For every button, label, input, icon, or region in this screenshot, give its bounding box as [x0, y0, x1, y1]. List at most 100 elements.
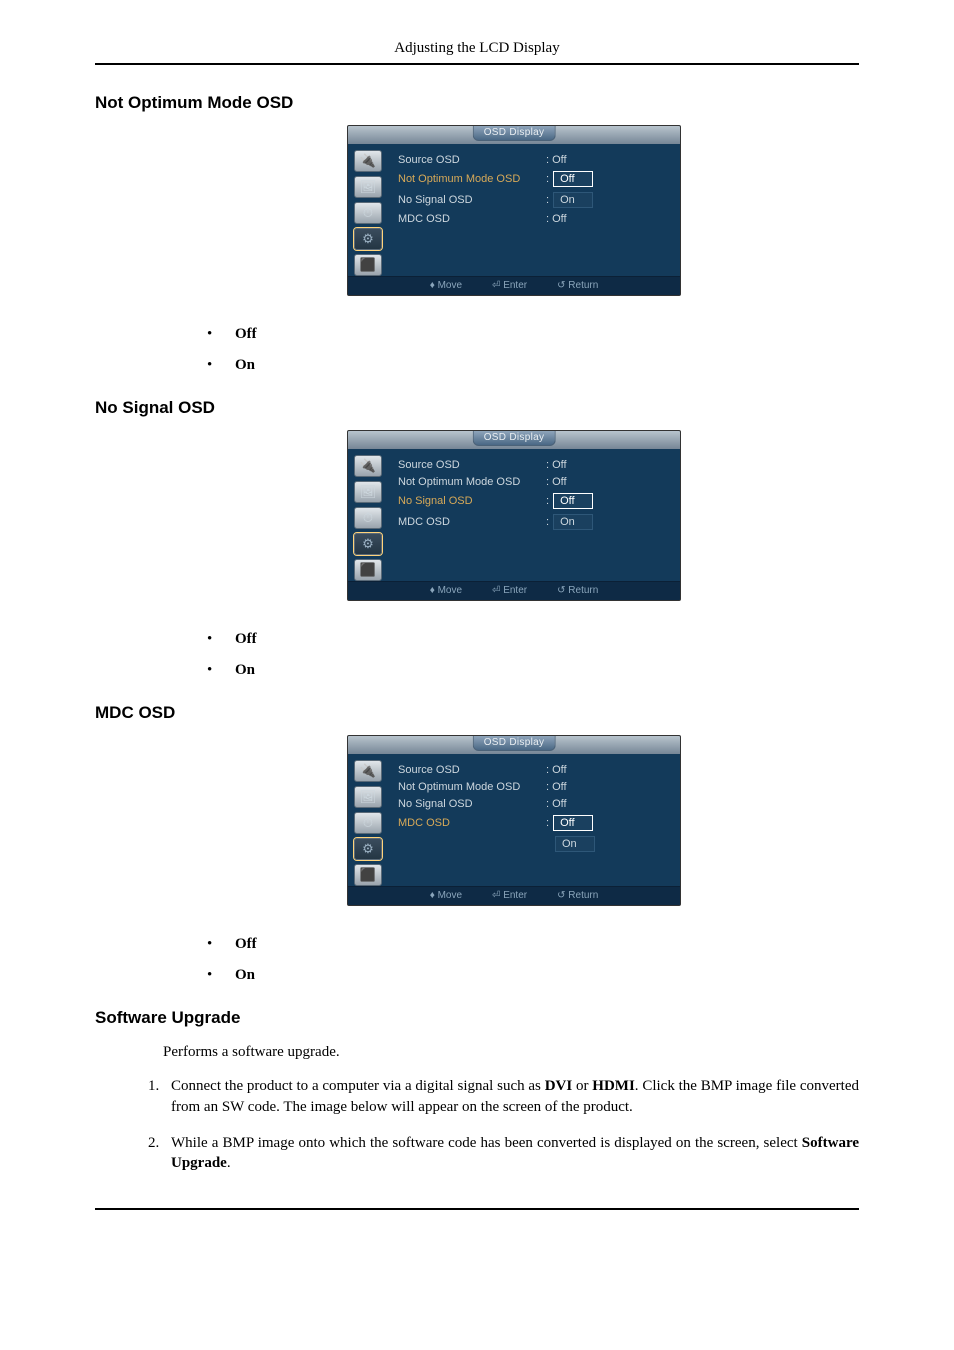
osd-row-mdc[interactable]: MDC OSD : Off: [398, 815, 668, 831]
osd-footer: ♦ Move ⏎ Enter ↺ Return: [348, 886, 680, 905]
osd-title: OSD Display: [473, 126, 556, 141]
list-item: Off: [207, 631, 859, 648]
osd-footer-return: ↺ Return: [557, 890, 598, 901]
osd-nav-icon-settings[interactable]: ⚙: [354, 228, 382, 250]
osd-sep: :: [546, 817, 549, 829]
osd-row-nosig[interactable]: No Signal OSD : Off: [398, 493, 668, 509]
osd-titlebar: OSD Display: [348, 431, 680, 449]
osd-value: : Off: [546, 213, 567, 225]
osd-label: Source OSD: [398, 459, 546, 471]
osd-sep: :: [546, 194, 549, 206]
osd-row-source[interactable]: Source OSD : Off: [398, 459, 668, 471]
osd-nav-icon-timer[interactable]: ⏱: [354, 202, 382, 224]
osd-option-on-row[interactable]: MDC OSD : On: [398, 514, 668, 530]
osd-nav-icon-picture[interactable]: 🖼: [354, 786, 382, 808]
osd-footer: ♦ Move ⏎ Enter ↺ Return: [348, 581, 680, 600]
upgrade-intro: Performs a software upgrade.: [163, 1042, 859, 1062]
footer-rule: [95, 1208, 859, 1210]
osd-label: Source OSD: [398, 154, 546, 166]
osd-row-source[interactable]: Source OSD : Off: [398, 154, 668, 166]
list-item: On: [207, 357, 859, 374]
osd-footer-move: ♦ Move: [430, 890, 462, 901]
osd-label: Not Optimum Mode OSD: [398, 781, 546, 793]
upgrade-step-2: While a BMP image onto which the softwar…: [163, 1133, 859, 1174]
osd-label: No Signal OSD: [398, 798, 546, 810]
osd-option-off[interactable]: Off: [553, 493, 593, 509]
osd-label: Not Optimum Mode OSD: [398, 476, 546, 488]
osd-footer-move: ♦ Move: [430, 280, 462, 291]
upgrade-step-1: Connect the product to a computer via a …: [163, 1076, 859, 1117]
list-item: Off: [207, 936, 859, 953]
osd-footer: ♦ Move ⏎ Enter ↺ Return: [348, 276, 680, 295]
osd-nav-icon-multi[interactable]: ⬛: [354, 864, 382, 886]
osd-label: Source OSD: [398, 764, 546, 776]
osd-label: Not Optimum Mode OSD: [398, 173, 546, 185]
osd-row-mdc[interactable]: MDC OSD : Off: [398, 213, 668, 225]
list-item: On: [207, 662, 859, 679]
osd-footer-enter: ⏎ Enter: [492, 585, 527, 596]
osd-panel-no-signal: OSD Display 🔌 🖼 ⏱ ⚙ ⬛ Source OSD : Off N…: [347, 430, 681, 601]
osd-value: : Off: [546, 154, 567, 166]
osd-option-on[interactable]: On: [553, 192, 593, 208]
osd-nav-icon-multi[interactable]: ⬛: [354, 559, 382, 581]
options-list-notopt: Off On: [207, 326, 859, 374]
osd-value: : Off: [546, 764, 567, 776]
osd-label: No Signal OSD: [398, 495, 546, 507]
osd-option-off[interactable]: Off: [553, 815, 593, 831]
osd-option-on-row[interactable]: On: [398, 836, 668, 852]
osd-value: : Off: [546, 459, 567, 471]
osd-footer-return: ↺ Return: [557, 280, 598, 291]
osd-value: : Off: [546, 798, 567, 810]
osd-nav-icon-multi[interactable]: ⬛: [354, 254, 382, 276]
options-list-nosig: Off On: [207, 631, 859, 679]
heading-mdc-osd: MDC OSD: [95, 703, 859, 723]
osd-label: MDC OSD: [398, 213, 546, 225]
osd-nav-icon-input[interactable]: 🔌: [354, 150, 382, 172]
heading-software-upgrade: Software Upgrade: [95, 1008, 859, 1028]
osd-sidebar: 🔌 🖼 ⏱ ⚙ ⬛: [348, 144, 388, 276]
osd-option-on[interactable]: On: [553, 514, 593, 530]
osd-footer-return: ↺ Return: [557, 585, 598, 596]
osd-footer-enter: ⏎ Enter: [492, 280, 527, 291]
osd-sep: :: [546, 173, 549, 185]
list-item: Off: [207, 326, 859, 343]
osd-label: MDC OSD: [398, 817, 546, 829]
osd-row-source[interactable]: Source OSD : Off: [398, 764, 668, 776]
osd-row-notopt[interactable]: Not Optimum Mode OSD : Off: [398, 781, 668, 793]
osd-nav-icon-timer[interactable]: ⏱: [354, 812, 382, 834]
osd-sidebar: 🔌 🖼 ⏱ ⚙ ⬛: [348, 754, 388, 886]
upgrade-steps: Connect the product to a computer via a …: [163, 1076, 859, 1173]
osd-row-notopt[interactable]: Not Optimum Mode OSD : Off: [398, 171, 668, 187]
osd-sidebar: 🔌 🖼 ⏱ ⚙ ⬛: [348, 449, 388, 581]
osd-footer-move: ♦ Move: [430, 585, 462, 596]
osd-value: : Off: [546, 476, 567, 488]
options-list-mdc: Off On: [207, 936, 859, 984]
page-header: Adjusting the LCD Display: [95, 40, 859, 57]
osd-titlebar: OSD Display: [348, 736, 680, 754]
osd-nav-icon-settings[interactable]: ⚙: [354, 838, 382, 860]
osd-label: MDC OSD: [398, 516, 546, 528]
osd-title: OSD Display: [473, 431, 556, 446]
osd-titlebar: OSD Display: [348, 126, 680, 144]
osd-sep: :: [546, 495, 549, 507]
osd-title: OSD Display: [473, 736, 556, 751]
osd-nav-icon-input[interactable]: 🔌: [354, 455, 382, 477]
osd-nav-icon-timer[interactable]: ⏱: [354, 507, 382, 529]
osd-row-notopt[interactable]: Not Optimum Mode OSD : Off: [398, 476, 668, 488]
heading-not-optimum: Not Optimum Mode OSD: [95, 93, 859, 113]
osd-option-off[interactable]: Off: [553, 171, 593, 187]
osd-row-n(option-on)[interactable]: No Signal OSD : On: [398, 192, 668, 208]
osd-option-on[interactable]: On: [555, 836, 595, 852]
osd-panel-mdc: OSD Display 🔌 🖼 ⏱ ⚙ ⬛ Source OSD : Off N…: [347, 735, 681, 906]
osd-nav-icon-picture[interactable]: 🖼: [354, 481, 382, 503]
osd-footer-enter: ⏎ Enter: [492, 890, 527, 901]
osd-nav-icon-input[interactable]: 🔌: [354, 760, 382, 782]
osd-panel-not-optimum: OSD Display 🔌 🖼 ⏱ ⚙ ⬛ Source OSD : Off N…: [347, 125, 681, 296]
osd-row-nosig[interactable]: No Signal OSD : Off: [398, 798, 668, 810]
osd-nav-icon-picture[interactable]: 🖼: [354, 176, 382, 198]
osd-value: : Off: [546, 781, 567, 793]
osd-nav-icon-settings[interactable]: ⚙: [354, 533, 382, 555]
header-rule: [95, 63, 859, 65]
osd-label: No Signal OSD: [398, 194, 546, 206]
heading-no-signal: No Signal OSD: [95, 398, 859, 418]
